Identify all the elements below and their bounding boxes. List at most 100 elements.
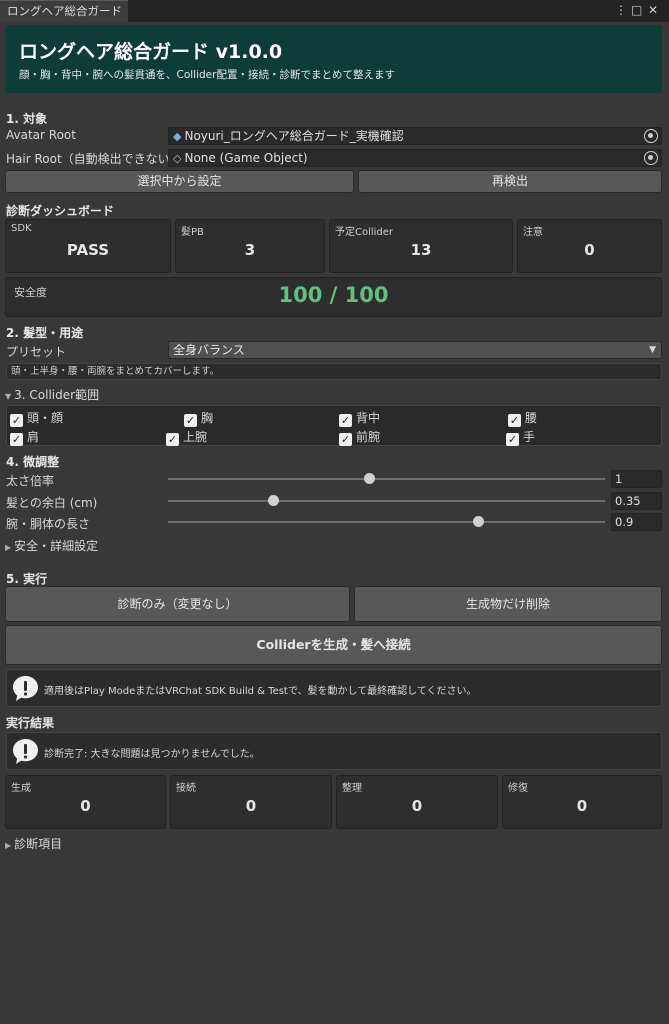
- advanced-settings-foldout[interactable]: ▶ 安全・詳細設定: [5, 537, 98, 554]
- collider-range-heading: 3. Collider範囲: [14, 388, 100, 402]
- checkbox-head-face[interactable]: ✓ 頭・顔: [10, 409, 63, 427]
- dashboard-card-hair-pb: 髪PB 3: [175, 219, 325, 273]
- checkbox-label: 肩: [27, 430, 40, 444]
- checkbox-label: 胸: [201, 411, 214, 425]
- card-caption: 生成: [11, 783, 31, 794]
- preset-help-box: 頭・上半身・腰・両腕をまとめてカバーします。: [6, 363, 662, 380]
- generate-connect-button[interactable]: Colliderを生成・髪へ接続: [5, 625, 662, 665]
- hair-root-field[interactable]: ◇ None (Game Object): [168, 149, 662, 167]
- checkmark-icon: ✓: [10, 414, 23, 427]
- checkbox-label: 上腕: [183, 430, 208, 444]
- avatar-root-field[interactable]: ◆ Noyuri_ロングヘア総合ガード_実機確認: [168, 127, 662, 145]
- result-message-box: 診断完了: 大きな問題は見つかりませんでした。: [6, 732, 662, 770]
- checkbox-waist[interactable]: ✓ 腰: [508, 409, 537, 427]
- checkmark-icon: ✓: [166, 433, 179, 446]
- margin-slider[interactable]: [168, 494, 605, 508]
- checkbox-label: 前腕: [356, 430, 381, 444]
- title-banner: ロングヘア総合ガード v1.0.0 顔・胸・背中・腕への髪貫通を、Collide…: [5, 25, 662, 93]
- apply-notice-text: 適用後はPlay ModeまたはVRChat SDK Build & Testで…: [44, 686, 477, 697]
- card-caption: 注意: [523, 227, 543, 238]
- hair-root-label: Hair Root（自動検出できない: [6, 152, 170, 166]
- checkmark-icon: ✓: [339, 433, 352, 446]
- card-caption: 髪PB: [181, 227, 204, 238]
- preset-label: プリセット: [6, 345, 67, 359]
- margin-input[interactable]: 0.35: [611, 492, 662, 510]
- margin-label: 髪との余白 (cm): [6, 496, 98, 510]
- info-warning-icon: [13, 739, 38, 764]
- window-tab[interactable]: ロングヘア総合ガード: [0, 0, 128, 22]
- checkbox-label: 腰: [525, 411, 538, 425]
- checkbox-shoulder[interactable]: ✓ 肩: [10, 428, 39, 446]
- slider-track: [168, 478, 605, 480]
- card-caption: SDK: [11, 223, 32, 234]
- object-picker-icon[interactable]: [644, 151, 658, 165]
- slider-thumb[interactable]: [473, 516, 485, 527]
- maximize-icon[interactable]: □: [631, 3, 642, 17]
- dashboard-card-sdk: SDK PASS: [5, 219, 171, 273]
- diagnostic-items-label: 診断項目: [14, 837, 63, 851]
- gameobject-icon: ◇: [173, 152, 182, 165]
- result-section-heading: 実行結果: [6, 716, 55, 730]
- checkmark-icon: ✓: [184, 414, 197, 427]
- safety-score-value: 100 / 100: [278, 283, 389, 307]
- tuning-section-heading: 4. 微調整: [6, 455, 60, 469]
- foldout-collapsed-icon: ▶: [5, 543, 12, 552]
- card-value: 0: [411, 797, 423, 815]
- checkbox-forearm[interactable]: ✓ 前腕: [339, 428, 380, 446]
- avatar-root-value: Noyuri_ロングヘア総合ガード_実機確認: [184, 129, 404, 143]
- redetect-button[interactable]: 再検出: [358, 170, 662, 193]
- checkbox-hand[interactable]: ✓ 手: [506, 428, 535, 446]
- object-picker-icon[interactable]: [644, 129, 658, 143]
- prefab-icon: ◆: [173, 130, 182, 143]
- diagnose-only-button[interactable]: 診断のみ（変更なし）: [5, 586, 350, 622]
- checkbox-upper-arm[interactable]: ✓ 上腕: [166, 428, 207, 446]
- checkbox-back[interactable]: ✓ 背中: [339, 409, 380, 427]
- checkmark-icon: ✓: [10, 433, 23, 446]
- result-card-connected: 接続 0: [170, 775, 332, 829]
- slider-thumb[interactable]: [364, 473, 376, 484]
- foldout-expanded-icon: ▼: [5, 392, 12, 401]
- card-value: 0: [245, 797, 257, 815]
- hair-root-value: None (Game Object): [184, 151, 308, 165]
- card-value: 0: [80, 797, 91, 815]
- dropdown-arrow-icon: ▼: [649, 345, 656, 355]
- advanced-settings-label: 安全・詳細設定: [14, 539, 99, 553]
- limb-length-label: 腕・胴体の長さ: [6, 517, 91, 531]
- delete-generated-button[interactable]: 生成物だけ削除: [354, 586, 662, 622]
- result-card-generated: 生成 0: [5, 775, 166, 829]
- card-value: 0: [584, 241, 595, 259]
- close-icon[interactable]: ✕: [648, 3, 658, 17]
- thickness-label: 太さ倍率: [6, 474, 55, 488]
- checkbox-label: 手: [523, 430, 536, 444]
- checkmark-icon: ✓: [339, 414, 352, 427]
- checkbox-chest[interactable]: ✓ 胸: [184, 409, 213, 427]
- target-section-heading: 1. 対象: [6, 112, 48, 126]
- app-subtitle: 顔・胸・背中・腕への髪貫通を、Collider配置・接続・診断でまとめて整えます: [19, 69, 395, 81]
- info-warning-icon: [13, 676, 38, 701]
- apply-notice-box: 適用後はPlay ModeまたはVRChat SDK Build & Testで…: [6, 669, 662, 707]
- card-value: PASS: [66, 241, 110, 259]
- card-caption: 予定Collider: [335, 227, 394, 238]
- diagnostic-items-foldout[interactable]: ▶ 診断項目: [5, 835, 62, 852]
- safety-score-card: 安全度 100 / 100: [5, 277, 662, 317]
- checkmark-icon: ✓: [508, 414, 521, 427]
- limb-length-input[interactable]: 0.9: [611, 513, 662, 531]
- checkbox-label: 頭・顔: [27, 411, 64, 425]
- set-from-selection-button[interactable]: 選択中から設定: [5, 170, 354, 193]
- card-value: 0: [576, 797, 588, 815]
- thickness-input[interactable]: 1: [611, 470, 662, 488]
- thickness-slider[interactable]: [168, 472, 605, 486]
- collider-range-foldout[interactable]: ▼ 3. Collider範囲: [5, 386, 99, 403]
- avatar-root-label: Avatar Root: [6, 128, 76, 142]
- slider-track: [168, 500, 605, 502]
- card-caption: 整理: [342, 783, 362, 794]
- result-message-text: 診断完了: 大きな問題は見つかりませんでした。: [44, 749, 260, 760]
- limb-length-slider[interactable]: [168, 515, 605, 529]
- more-menu-icon[interactable]: ⋮: [615, 3, 627, 17]
- result-card-repaired: 修復 0: [502, 775, 662, 829]
- slider-thumb[interactable]: [267, 495, 279, 506]
- preset-dropdown[interactable]: 全身バランス ▼: [168, 341, 662, 359]
- checkbox-label: 背中: [356, 411, 381, 425]
- run-section-heading: 5. 実行: [6, 572, 48, 586]
- dashboard-heading: 診断ダッシュボード: [6, 204, 115, 218]
